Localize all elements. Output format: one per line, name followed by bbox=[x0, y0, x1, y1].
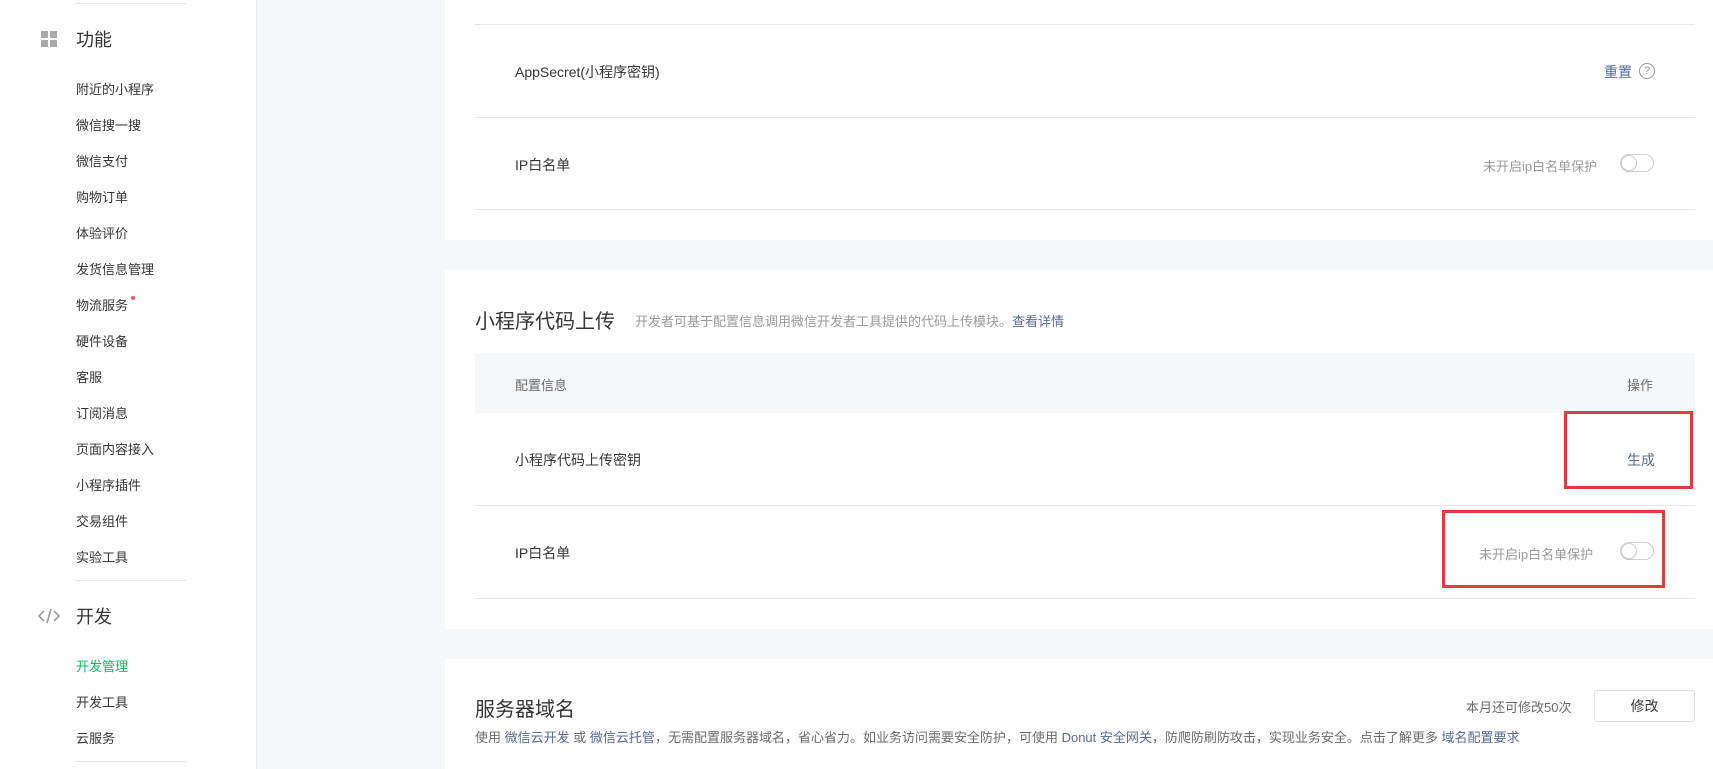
desc-text: ，防爬防刷防攻击，实现业务安全。点击了解更多 bbox=[1151, 730, 1438, 745]
row-divider bbox=[475, 24, 1695, 25]
ip-whitelist-label: IP白名单 bbox=[515, 157, 571, 173]
sidebar-item-experiment-tools[interactable]: 实验工具 bbox=[76, 547, 128, 566]
server-domain-description: 使用 微信云开发 或 微信云托管，无需配置服务器域名，省心省力。如业务访问需要安… bbox=[475, 727, 1520, 746]
column-header-action: 操作 bbox=[1627, 378, 1654, 393]
sidebar-item-hardware[interactable]: 硬件设备 bbox=[76, 331, 128, 350]
sidebar-divider bbox=[76, 580, 186, 581]
dev-config-card bbox=[445, 0, 1713, 240]
sidebar-item-shopping-orders[interactable]: 购物订单 bbox=[76, 187, 128, 206]
desc-text: ，无需配置服务器域名，省心省力。如业务访问需要安全防护，可使用 bbox=[654, 730, 1058, 745]
highlight-box-ip-toggle bbox=[1442, 510, 1665, 588]
sidebar-section-functions[interactable]: 功能 bbox=[38, 26, 112, 52]
sidebar-divider bbox=[76, 761, 186, 762]
sidebar-divider bbox=[76, 3, 186, 4]
code-upload-desc-text: 开发者可基于配置信息调用微信开发者工具提供的代码上传模块。 bbox=[635, 314, 1013, 329]
sidebar-item-cloud-service[interactable]: 云服务 bbox=[76, 728, 115, 747]
code-upload-description: 开发者可基于配置信息调用微信开发者工具提供的代码上传模块。查看详情 bbox=[635, 311, 1064, 330]
view-details-link[interactable]: 查看详情 bbox=[1012, 314, 1064, 329]
desc-text: 或 bbox=[573, 730, 587, 745]
row-divider bbox=[475, 209, 1695, 210]
grid-icon bbox=[38, 28, 60, 50]
sidebar-item-nearby-miniprogram[interactable]: 附近的小程序 bbox=[76, 79, 154, 98]
toggle-knob bbox=[1622, 156, 1636, 170]
sidebar-item-experience-review[interactable]: 体验评价 bbox=[76, 223, 128, 242]
sidebar-item-plugins[interactable]: 小程序插件 bbox=[76, 475, 141, 494]
sidebar-item-dev-management[interactable]: 开发管理 bbox=[76, 656, 128, 675]
row-divider bbox=[475, 598, 1695, 599]
server-domain-title: 服务器域名 bbox=[475, 699, 575, 721]
sidebar: 功能 附近的小程序 微信搜一搜 微信支付 购物订单 体验评价 发货信息管理 物流… bbox=[0, 0, 257, 769]
code-upload-title: 小程序代码上传 bbox=[475, 311, 615, 333]
upload-ip-whitelist-label: IP白名单 bbox=[515, 545, 571, 561]
config-table-header bbox=[475, 353, 1695, 413]
reset-appsecret-link[interactable]: 重置 bbox=[1604, 62, 1632, 82]
highlight-box-generate bbox=[1564, 411, 1693, 489]
sidebar-item-shipping-info[interactable]: 发货信息管理 bbox=[76, 259, 154, 278]
sidebar-section-label: 开发 bbox=[76, 607, 112, 627]
donut-gateway-link[interactable]: Donut 安全网关 bbox=[1062, 730, 1152, 745]
cloud-dev-link[interactable]: 微信云开发 bbox=[505, 730, 570, 745]
desc-text: 使用 bbox=[475, 730, 502, 745]
new-badge-dot bbox=[131, 296, 136, 300]
sidebar-item-wechat-pay[interactable]: 微信支付 bbox=[76, 151, 128, 170]
column-header-config: 配置信息 bbox=[515, 378, 568, 393]
modify-button[interactable]: 修改 bbox=[1594, 690, 1695, 722]
ip-whitelist-toggle[interactable] bbox=[1620, 154, 1654, 172]
sidebar-item-wechat-search[interactable]: 微信搜一搜 bbox=[76, 115, 141, 134]
sidebar-section-development[interactable]: 开发 bbox=[38, 603, 112, 629]
upload-key-label: 小程序代码上传密钥 bbox=[515, 452, 641, 468]
code-icon bbox=[38, 605, 60, 627]
cloud-hosting-link[interactable]: 微信云托管 bbox=[590, 730, 655, 745]
sidebar-item-subscribe-message[interactable]: 订阅消息 bbox=[76, 403, 128, 422]
sidebar-item-page-content[interactable]: 页面内容接入 bbox=[76, 439, 154, 458]
sidebar-item-customer-service[interactable]: 客服 bbox=[76, 367, 102, 386]
sidebar-item-label: 物流服务 bbox=[76, 298, 129, 313]
ip-whitelist-status: 未开启ip白名单保护 bbox=[1483, 159, 1598, 174]
row-divider bbox=[475, 117, 1695, 118]
sidebar-section-label: 功能 bbox=[76, 30, 112, 50]
appsecret-label: AppSecret(小程序密钥) bbox=[515, 64, 660, 80]
modify-quota-text: 本月还可修改50次 bbox=[1466, 700, 1572, 715]
sidebar-item-trade-component[interactable]: 交易组件 bbox=[76, 511, 128, 530]
sidebar-item-logistics[interactable]: 物流服务 bbox=[76, 295, 136, 314]
domain-requirements-link[interactable]: 域名配置要求 bbox=[1442, 730, 1520, 745]
help-icon[interactable]: ? bbox=[1639, 63, 1655, 79]
row-divider bbox=[475, 505, 1695, 506]
sidebar-item-dev-tools[interactable]: 开发工具 bbox=[76, 692, 128, 711]
